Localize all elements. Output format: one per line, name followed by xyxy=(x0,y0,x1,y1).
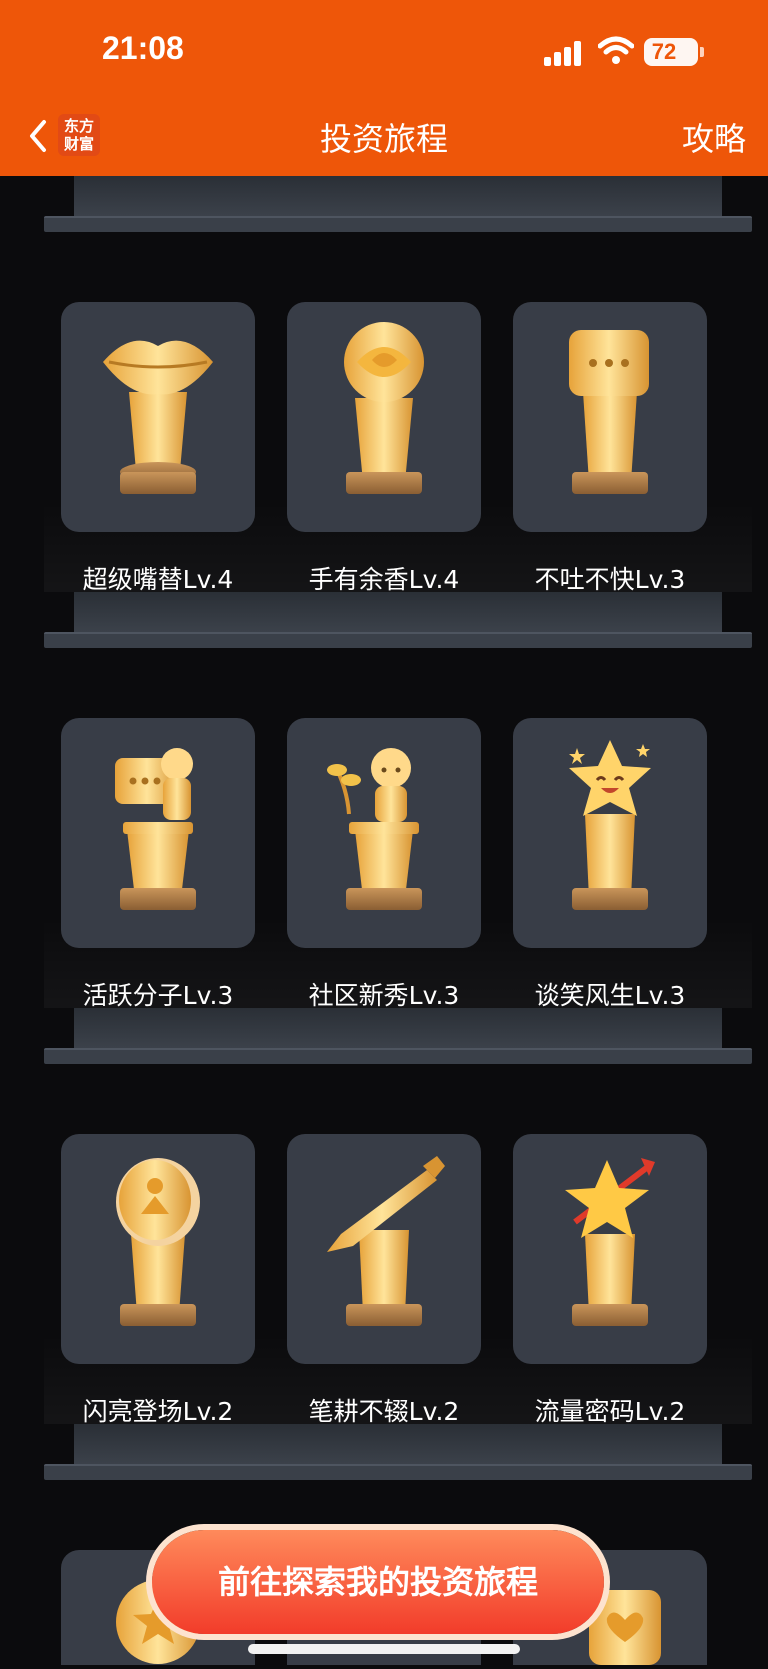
page-title: 投资旅程 xyxy=(319,120,448,158)
kid-bubble-trophy-icon xyxy=(115,748,196,910)
guide-link[interactable]: 攻略 xyxy=(682,114,746,160)
badge-label: 谈笑风生Lv.3 xyxy=(534,981,686,1010)
nav-bar: 东方财富 投资旅程 攻略 xyxy=(0,100,768,176)
status-bar: 21:08 72 xyxy=(0,0,768,100)
badge-card[interactable] xyxy=(513,302,707,532)
badge-card[interactable] xyxy=(61,718,255,948)
explore-journey-button[interactable]: 前往探索我的投资旅程 xyxy=(152,1530,604,1634)
battery-level: 72 xyxy=(651,39,677,64)
shelf xyxy=(44,1334,752,1480)
lips-trophy-icon xyxy=(103,340,213,494)
badge-label: 笔耕不辍Lv.2 xyxy=(308,1397,460,1426)
rose-trophy-icon xyxy=(344,322,424,494)
smiling-star-trophy-icon xyxy=(569,740,651,910)
status-time: 21:08 xyxy=(102,30,184,66)
badge-label: 活跃分子Lv.3 xyxy=(82,981,234,1010)
badge-label: 超级嘴替Lv.4 xyxy=(82,565,234,594)
badge-card[interactable] xyxy=(61,1134,255,1364)
kid-sprout-trophy-icon xyxy=(327,748,422,910)
badge-card[interactable] xyxy=(513,718,707,948)
battery-icon: 72 xyxy=(644,38,704,66)
coin-trophy-icon xyxy=(116,1158,200,1326)
badge-label: 手有余香Lv.4 xyxy=(308,565,460,594)
explore-journey-label: 前往探索我的投资旅程 xyxy=(217,1563,538,1601)
badge-card[interactable] xyxy=(513,1134,707,1364)
badge-card[interactable] xyxy=(61,302,255,532)
cellular-signal-icon xyxy=(544,40,584,66)
badge-card[interactable] xyxy=(287,302,481,532)
home-indicator xyxy=(248,1644,520,1654)
badge-card[interactable] xyxy=(287,718,481,948)
badge-label: 社区新秀Lv.3 xyxy=(308,981,460,1010)
shelf xyxy=(44,918,752,1064)
speech-bubble-trophy-icon xyxy=(569,330,649,494)
badge-label: 不吐不快Lv.3 xyxy=(534,565,686,594)
badge-card[interactable] xyxy=(287,1134,481,1364)
badge-label: 闪亮登场Lv.2 xyxy=(82,1397,234,1426)
shelf xyxy=(44,176,752,232)
star-arrow-trophy-icon xyxy=(565,1158,655,1326)
pen-trophy-icon xyxy=(327,1156,445,1326)
shelf xyxy=(44,502,752,648)
badge-label: 流量密码Lv.2 xyxy=(534,1397,686,1426)
wifi-icon xyxy=(598,36,634,64)
